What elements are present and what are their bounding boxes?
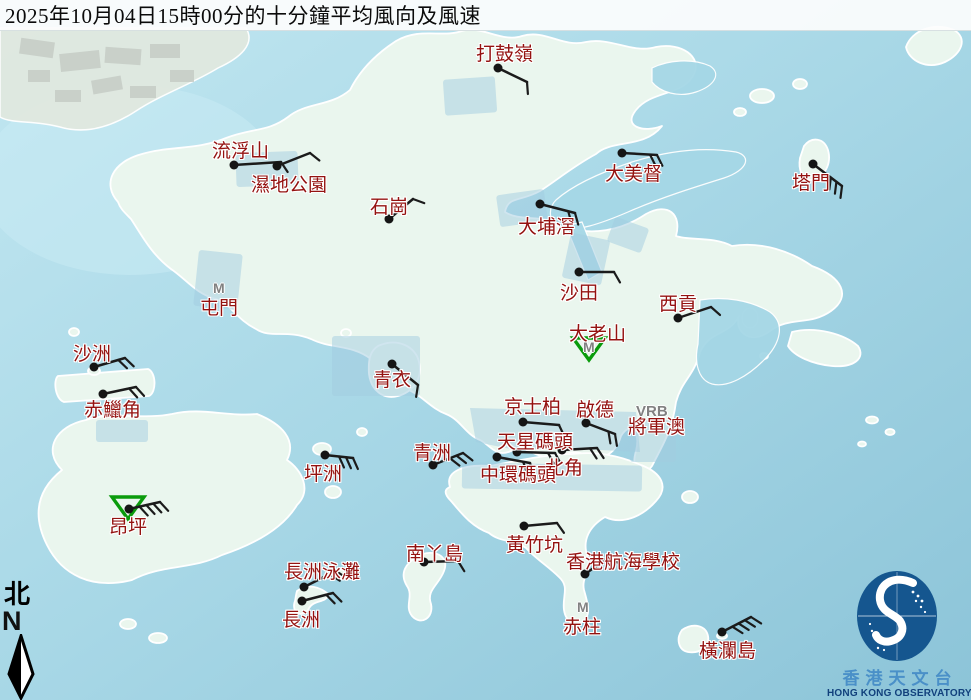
station-label[interactable]: 青衣 — [373, 371, 411, 391]
station-label[interactable]: 大埔滘 — [518, 218, 575, 238]
station-label[interactable]: 香港航海學校 — [566, 553, 680, 573]
hko-logo-chinese: 香港天文台 — [842, 669, 958, 688]
station-label[interactable]: 昂坪 — [109, 518, 147, 538]
north-arrow-icon — [7, 631, 35, 700]
missing-data-indicator: M — [577, 599, 589, 615]
north-hanzi-label: 北 — [4, 580, 31, 609]
map-title: 2025年10月04日15時00分的十分鐘平均風向及風速 — [5, 4, 481, 28]
station-label[interactable]: 沙田 — [560, 284, 598, 304]
station-label[interactable]: 大美督 — [605, 165, 662, 185]
north-letter-label: N — [2, 606, 22, 636]
station-label[interactable]: 天星碼頭 — [497, 433, 573, 453]
station-label[interactable]: 濕地公園 — [251, 176, 327, 196]
station-label[interactable]: 橫瀾島 — [699, 642, 756, 662]
station-label[interactable]: 青洲 — [413, 444, 451, 464]
hko-logo: 香港天文台 HONG KONG OBSERVATORY — [827, 570, 971, 700]
hko-logo-icon — [857, 571, 937, 661]
station-label[interactable]: 赤柱 — [563, 618, 601, 638]
station-label[interactable]: 屯門 — [200, 299, 238, 319]
variable-wind-indicator: VRB — [636, 403, 668, 420]
title-bar: 2025年10月04日15時00分的十分鐘平均風向及風速 — [0, 0, 971, 31]
station-label[interactable]: 啟德 — [576, 401, 614, 421]
stations-layer: 打鼓嶺 流浮山 濕地公園 石崗 大美督 塔門 大埔滘 沙田 西貢 大老山 M 屯門 M 沙洲 赤鱲角 青衣 京士… — [0, 0, 971, 700]
station-label[interactable]: 打鼓嶺 — [476, 45, 533, 65]
station-label[interactable]: 西貢 — [659, 295, 697, 315]
station-label[interactable]: 黃竹坑 — [506, 536, 563, 556]
station-label[interactable]: 長洲泳灘 — [284, 563, 360, 583]
missing-data-indicator: M — [213, 280, 225, 296]
wind-map-page: 打鼓嶺 流浮山 濕地公園 石崗 大美督 塔門 大埔滘 沙田 西貢 大老山 M 屯門 M 沙洲 赤鱲角 青衣 京士… — [0, 0, 971, 700]
station-label[interactable]: 石崗 — [370, 198, 408, 218]
hko-logo-english: HONG KONG OBSERVATORY — [827, 688, 971, 699]
station-label[interactable]: 塔門 — [792, 174, 830, 194]
north-compass: 北 N — [2, 582, 42, 700]
station-label[interactable]: 中環碼頭 — [480, 466, 556, 486]
station-label[interactable]: 赤鱲角 — [84, 401, 141, 421]
station-label[interactable]: 大老山 — [569, 325, 626, 345]
station-label[interactable]: 南丫島 — [406, 545, 463, 565]
station-label[interactable]: 坪洲 — [304, 465, 342, 485]
station-label[interactable]: 沙洲 — [73, 345, 111, 365]
missing-data-indicator: M — [583, 339, 595, 355]
station-label[interactable]: 將軍澳 — [628, 418, 685, 438]
station-label[interactable]: 京士柏 — [504, 398, 561, 418]
station-label[interactable]: 長洲 — [282, 611, 320, 631]
station-label[interactable]: 流浮山 — [212, 142, 269, 162]
